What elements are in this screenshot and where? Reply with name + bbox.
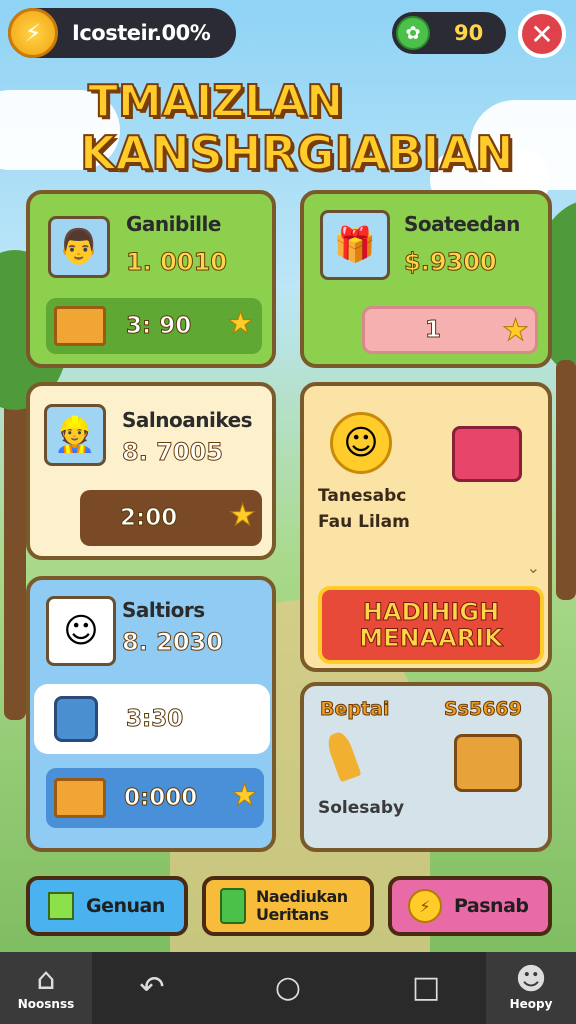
close-icon: ✕ [530, 17, 554, 51]
shop-card-bonus[interactable]: Beptai Ss5669 Solesaby [300, 682, 552, 852]
card-price: $.9300 [404, 248, 498, 277]
reward-value: 1 [424, 317, 442, 344]
title-line-2: KANSHRGIABIAN [79, 126, 515, 180]
spoon-icon [324, 729, 362, 783]
jar-icon [220, 888, 246, 924]
shop-card-farmer[interactable]: 👨 Ganibille 1. 0010 3: 90 ★ [26, 190, 276, 368]
circle-icon: ○ [274, 970, 302, 1005]
shop-card-worker[interactable]: 👷 Salnoanikes 8. 7005 2:00 ★ [26, 382, 276, 560]
card-price: 1. 0010 [126, 248, 228, 277]
back-icon: ↶ [139, 970, 165, 1005]
currency-label: Icosteir.00% [72, 21, 211, 45]
card-price: 8. 7005 [122, 438, 224, 467]
home-icon: ⌂ [36, 962, 56, 997]
reward-value: 3:30 [125, 706, 184, 733]
promo-text-line-1: Tanesabc [318, 486, 407, 506]
lightning-coin-icon: ⚡ [8, 8, 58, 58]
smiley-coin-icon: ☺ [330, 412, 392, 474]
promo-cta-button[interactable]: HADIHIGH MENAARIK [318, 586, 544, 664]
backpack-icon [454, 734, 522, 792]
crate-icon [54, 778, 106, 818]
card-name: Saltiors [122, 598, 205, 622]
card-reward-pill[interactable]: 1 ★ [362, 306, 538, 354]
bonus-caption: Solesaby [318, 798, 405, 818]
lightning-coin-icon: ⚡ [408, 889, 442, 923]
bonus-label-left: Beptai [319, 698, 390, 721]
nav-profile-button[interactable]: ☻ Heopy [486, 952, 576, 1024]
treasure-chest-icon [452, 426, 522, 482]
genuan-button[interactable]: Genuan [26, 876, 188, 936]
naediukan-label-1: Naediukan [256, 887, 348, 907]
nav-recents-circle-button[interactable]: ○ [246, 952, 330, 1024]
shop-card-gift[interactable]: 🎁 Soateedan $.9300 1 ★ [300, 190, 552, 368]
card-name: Soateedan [404, 212, 520, 236]
card-reward-row[interactable]: 3:30 [34, 684, 270, 754]
card-name: Salnoanikes [122, 408, 253, 432]
star-icon: ★ [231, 778, 259, 814]
nav-profile-label: Heopy [509, 997, 553, 1011]
naediukan-button[interactable]: Naediukan Ueritans [202, 876, 374, 936]
reward-value: 2:00 [119, 505, 178, 532]
nav-back-button[interactable]: ↶ [110, 952, 194, 1024]
gem-icon: ✿ [396, 16, 430, 50]
farmer-avatar-icon: 👨 [48, 216, 110, 278]
naediukan-label-2: Ueritans [256, 905, 329, 924]
shop-card-blue[interactable]: ☺ Saltiors 8. 2030 3:30 0:000 ★ [26, 576, 276, 852]
cube-icon [48, 892, 74, 920]
chevron-down-icon: ⌄ [526, 558, 540, 577]
card-price: 8. 2030 [122, 628, 224, 657]
nav-home-button[interactable]: ⌂ Noosnss [0, 952, 92, 1024]
card-reward-pill[interactable]: 2:00 ★ [80, 490, 262, 546]
tree-trunk [4, 360, 26, 720]
pasnab-button[interactable]: ⚡ Pasnab [388, 876, 552, 936]
genuan-label: Genuan [86, 895, 165, 917]
bonus-label-right: Ss5669 [444, 698, 523, 721]
cta-line-1: HADIHIGH [362, 597, 500, 626]
nav-overview-button[interactable]: □ [384, 952, 468, 1024]
square-icon: □ [411, 970, 441, 1005]
crate-icon [54, 306, 106, 346]
card-reward-pill[interactable]: 3: 90 ★ [46, 298, 262, 354]
card-reward-pill[interactable]: 0:000 ★ [46, 768, 264, 828]
title-line-1: TMAIZLAN [87, 76, 344, 127]
gem-counter[interactable]: ✿ 90 [392, 12, 506, 54]
smiley-coin-icon: ☺ [46, 596, 116, 666]
bottom-nav-bar: ⌂ Noosnss ↶ ○ □ ☻ Heopy [0, 952, 576, 1024]
pasnab-label: Pasnab [454, 895, 529, 917]
jar-icon [54, 696, 98, 742]
nav-home-label: Noosnss [17, 997, 75, 1011]
tree-trunk [556, 360, 576, 600]
worker-avatar-icon: 👷 [44, 404, 106, 466]
star-icon: ★ [229, 498, 257, 534]
star-icon: ★ [227, 306, 255, 342]
star-icon: ★ [502, 313, 530, 349]
naediukan-labels: Naediukan Ueritans [256, 888, 348, 923]
gem-value: 90 [454, 21, 484, 45]
cta-line-2: MENAARIK [359, 624, 504, 652]
promo-text-line-2: Fau Lilam [318, 512, 410, 532]
game-title: TMAIZLAN KANSHRGIABIAN [79, 76, 520, 180]
reward-value: 3: 90 [125, 313, 192, 340]
close-button[interactable]: ✕ [518, 10, 566, 58]
card-name: Ganibille [126, 212, 221, 236]
reward-value: 0:000 [123, 785, 198, 812]
gift-box-icon: 🎁 [320, 210, 390, 280]
currency-display[interactable]: ⚡ Icosteir.00% [8, 8, 236, 58]
bear-icon: ☻ [515, 962, 547, 997]
